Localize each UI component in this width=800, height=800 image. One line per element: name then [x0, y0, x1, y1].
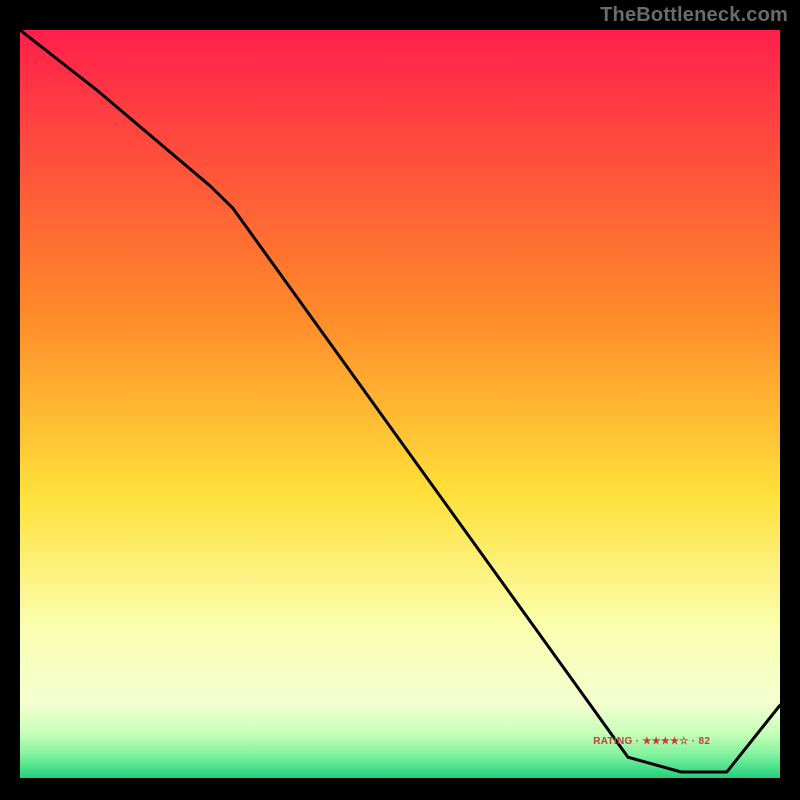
- plot-area: RATING · ★★★★☆ · 82: [20, 30, 780, 778]
- chart-svg: [20, 30, 780, 778]
- curve-annotation: RATING · ★★★★☆ · 82: [593, 736, 710, 747]
- chart-frame: TheBottleneck.com RATING · ★★★★☆ · 82: [0, 0, 800, 800]
- watermark-text: TheBottleneck.com: [600, 4, 788, 27]
- gradient-backdrop: [20, 30, 780, 778]
